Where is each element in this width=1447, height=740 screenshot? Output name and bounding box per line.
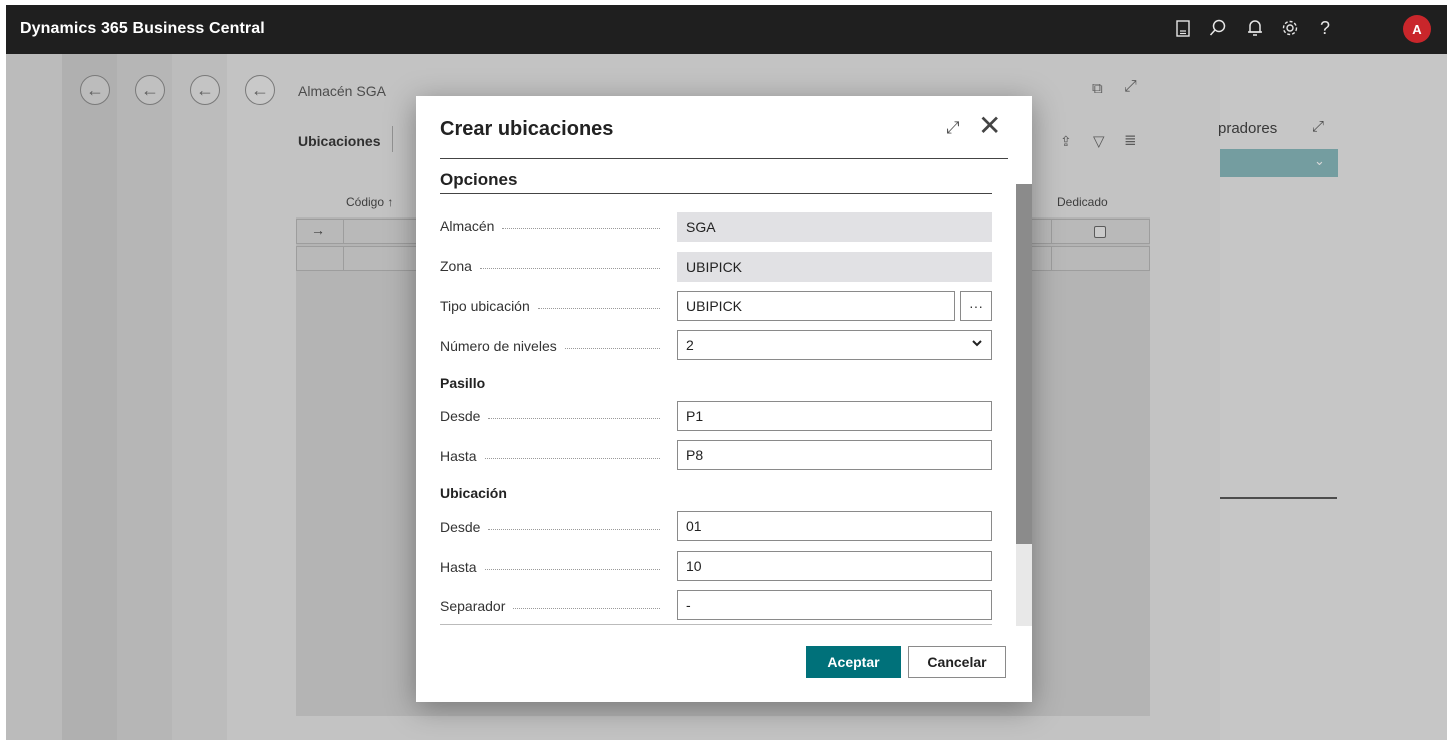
group-label-ubicacion: Ubicación xyxy=(440,485,507,501)
field-label-separador: Separador xyxy=(440,598,668,614)
label-text: Separador xyxy=(440,598,506,614)
create-bins-dialog: Crear ubicaciones ⤢ ✕ Opciones Almacén S… xyxy=(416,96,1032,702)
select-value: 2 xyxy=(686,337,694,353)
label-text: Hasta xyxy=(440,448,477,464)
field-label-ubicacion-desde: Desde xyxy=(440,519,668,535)
separador-input[interactable]: - xyxy=(677,590,992,620)
window-frame xyxy=(0,0,1447,5)
field-label-almacen: Almacén xyxy=(440,218,668,234)
field-label-pasillo-hasta: Hasta xyxy=(440,448,668,464)
close-icon[interactable]: ✕ xyxy=(978,112,1001,140)
field-label-numero-niveles: Número de niveles xyxy=(440,338,668,354)
chevron-down-icon xyxy=(971,335,983,351)
label-text: Desde xyxy=(440,408,481,424)
label-text: Hasta xyxy=(440,559,477,575)
field-label-pasillo-desde: Desde xyxy=(440,408,668,424)
search-icon[interactable] xyxy=(1207,17,1229,39)
avatar[interactable]: A xyxy=(1403,15,1431,43)
bell-icon[interactable] xyxy=(1244,17,1266,39)
section-title[interactable]: Opciones xyxy=(440,170,517,190)
label-text: Tipo ubicación xyxy=(440,298,530,314)
ubicacion-desde-input[interactable]: 01 xyxy=(677,511,992,541)
pasillo-desde-input[interactable]: P1 xyxy=(677,401,992,431)
zona-field: UBIPICK xyxy=(677,252,992,282)
document-icon[interactable] xyxy=(1172,17,1194,39)
dialog-title: Crear ubicaciones xyxy=(440,118,614,140)
label-text: Número de niveles xyxy=(440,338,557,354)
app-header: Dynamics 365 Business Central ? A xyxy=(0,0,1447,54)
label-text: Desde xyxy=(440,519,481,535)
lookup-button[interactable]: ··· xyxy=(960,291,992,321)
pasillo-hasta-input[interactable]: P8 xyxy=(677,440,992,470)
group-label-pasillo: Pasillo xyxy=(440,375,486,391)
label-text: Almacén xyxy=(440,218,495,234)
expand-icon[interactable]: ⤢ xyxy=(946,118,960,138)
dialog-scrollbar[interactable] xyxy=(1016,184,1032,626)
ok-button[interactable]: Aceptar xyxy=(806,646,901,678)
app-title[interactable]: Dynamics 365 Business Central xyxy=(20,20,265,38)
field-label-zona: Zona xyxy=(440,258,668,274)
cancel-button[interactable]: Cancelar xyxy=(908,646,1006,678)
help-icon[interactable]: ? xyxy=(1314,17,1336,39)
scrollbar-thumb[interactable] xyxy=(1016,184,1032,544)
dialog-header-divider xyxy=(440,158,1008,159)
field-label-tipo-ubicacion: Tipo ubicación xyxy=(440,298,668,314)
section-divider xyxy=(440,193,992,194)
almacen-field: SGA xyxy=(677,212,992,242)
label-text: Zona xyxy=(440,258,472,274)
ubicacion-hasta-input[interactable]: 10 xyxy=(677,551,992,581)
dialog-footer-divider xyxy=(440,624,992,625)
numero-niveles-select[interactable]: 2 xyxy=(677,330,992,360)
field-label-ubicacion-hasta: Hasta xyxy=(440,559,668,575)
gear-icon[interactable] xyxy=(1279,17,1301,39)
tipo-ubicacion-field[interactable]: UBIPICK xyxy=(677,291,955,321)
